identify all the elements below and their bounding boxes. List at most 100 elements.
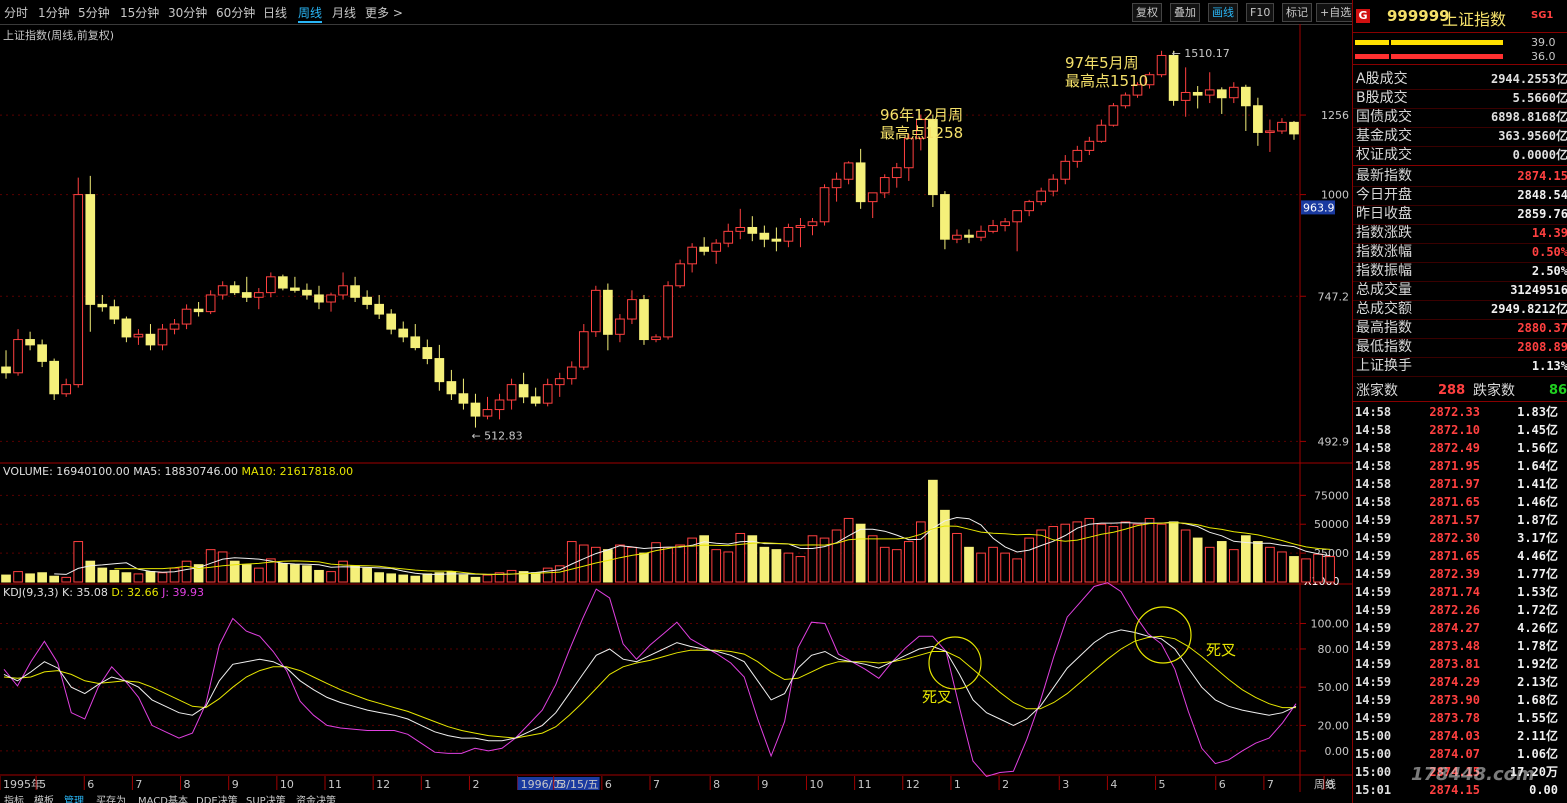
volume-bar-44 (530, 572, 541, 583)
tick-row: 14:59 2873.90 1.68亿 (1353, 691, 1567, 709)
tick-price: 2874.29 (1429, 675, 1480, 689)
candle-body-14 (169, 323, 180, 330)
volume-bar-74 (891, 549, 902, 583)
period-tab-0[interactable]: 分时 (4, 4, 28, 21)
volume-bar-93 (1120, 521, 1131, 583)
period-tab-6[interactable]: 日线 (263, 4, 287, 21)
candle-body-99 (1192, 91, 1203, 96)
period-tab-9[interactable]: 更多 > (365, 4, 403, 21)
candle-body-85 (1024, 201, 1035, 212)
volume-bar-86 (1036, 529, 1047, 583)
toolbar-button-2[interactable]: 画线 (1208, 3, 1238, 22)
candle-body-104 (1253, 105, 1263, 133)
bottom-tab-0[interactable]: 指标 (4, 792, 24, 803)
tick-time: 14:59 (1355, 711, 1392, 725)
toolbar-button-1[interactable]: 叠加 (1170, 3, 1200, 22)
candle-body-0 (1, 366, 11, 374)
period-tab-3[interactable]: 15分钟 (120, 4, 159, 21)
volume-bar-21 (253, 567, 264, 583)
candle-body-58 (699, 246, 709, 252)
watermark: 178448.com (1411, 764, 1535, 785)
volume-bar-42 (506, 569, 517, 583)
stat-row-2: 国债成交 6898.8168亿 (1353, 108, 1567, 128)
tick-row: 14:59 2873.81 1.92亿 (1353, 655, 1567, 673)
volume-bar-109 (1313, 553, 1323, 583)
tick-price: 2872.49 (1429, 441, 1480, 455)
toolbar-button-4[interactable]: 标记 (1282, 3, 1312, 22)
bottom-tab-7[interactable]: 资金决策 (296, 792, 336, 803)
period-tab-1[interactable]: 1分钟 (38, 4, 70, 21)
kdj-panel-title: KDJ(9,3,3) K: 35.08 D: 32.66 J: 39.93 (3, 586, 204, 599)
candle-body-46 (554, 378, 565, 386)
ratio-bar-right-0 (1391, 40, 1503, 45)
volume-bar-37 (446, 571, 457, 583)
tick-row: 14:59 2873.48 1.78亿 (1353, 637, 1567, 655)
candle-body-63 (759, 232, 770, 240)
candle-body-37 (446, 381, 457, 395)
toolbar-button-5[interactable]: +自选 (1316, 3, 1356, 22)
candle-body-84 (1012, 210, 1022, 223)
candle-body-52 (627, 299, 637, 320)
price-tick-label-0: 492.9 (1318, 435, 1350, 448)
candle-body-93 (1120, 94, 1131, 107)
tick-volume: 1.72亿 (1517, 603, 1558, 617)
candle-body-47 (566, 366, 577, 380)
bottom-tab-2[interactable]: 管理 (64, 792, 84, 803)
period-tab-2[interactable]: 5分钟 (78, 4, 110, 21)
volume-bar-76 (916, 521, 926, 583)
bottom-tab-1[interactable]: 模板 (34, 792, 54, 803)
volume-bar-94 (1132, 523, 1143, 583)
tick-volume: 4.46亿 (1517, 549, 1558, 563)
price-tick-label-3: 1256 (1321, 109, 1349, 122)
period-tab-5[interactable]: 60分钟 (216, 4, 255, 21)
x-label-1: 5 (39, 778, 46, 791)
tick-time: 14:58 (1355, 495, 1392, 509)
tick-time: 14:58 (1355, 459, 1392, 473)
period-tab-7[interactable]: 周线 (298, 4, 323, 23)
tick-row: 14:59 2871.57 1.87亿 (1353, 511, 1567, 529)
tick-time: 15:00 (1355, 765, 1392, 779)
x-label-19: 12 (906, 778, 920, 791)
toolbar-button-0[interactable]: 复权 (1132, 3, 1162, 22)
kline-chart[interactable]: 492.9747.210001256963.9← 1510.17← 512.83… (0, 24, 1352, 792)
candle-body-81 (976, 230, 986, 238)
volume-bar-91 (1096, 523, 1107, 583)
candle-body-87 (1048, 178, 1059, 192)
bottom-tab-5[interactable]: DDE决策 (196, 792, 238, 803)
candle-body-88 (1060, 160, 1071, 180)
candle-body-57 (687, 246, 697, 265)
volume-bar-101 (1216, 541, 1227, 583)
volume-bar-10 (121, 572, 132, 583)
stat-row-14: 最低指数 2808.89 (1353, 338, 1567, 358)
candle-body-79 (952, 234, 962, 240)
candle-body-20 (241, 292, 252, 298)
bottom-tab-3[interactable]: 买存为 (96, 792, 126, 803)
bottom-tabs: 指标 模板 管理 买存为 MACD基本 DDE决策 SUP决策 资金决策 (0, 792, 1352, 803)
volume-bar-55 (663, 546, 673, 583)
tick-time: 14:59 (1355, 513, 1392, 527)
candle-body-3 (37, 344, 47, 362)
advance-decline-row: 涨家数 288 跌家数 86 (1353, 381, 1567, 402)
candle-body-9 (109, 306, 120, 320)
toolbar-button-3[interactable]: F10 (1246, 3, 1275, 22)
candle-body-103 (1241, 86, 1251, 107)
x-label-10: 2 (472, 778, 479, 791)
candle-body-69 (831, 178, 842, 189)
tick-price: 2873.78 (1429, 711, 1480, 725)
stat-row-13: 最高指数 2880.37 (1353, 319, 1567, 339)
candle-body-5 (61, 384, 72, 395)
stat-value: 2808.89 (1517, 340, 1567, 354)
bottom-tab-6[interactable]: SUP决策 (246, 792, 286, 803)
volume-bar-107 (1289, 556, 1299, 583)
tick-volume: 1.53亿 (1517, 585, 1558, 599)
candle-body-27 (326, 294, 336, 303)
candle-body-13 (157, 328, 168, 346)
dead-cross-label-2: 死叉 (1206, 641, 1237, 659)
max-price-label: ← 1510.17 (1172, 47, 1230, 60)
tick-time: 14:59 (1355, 603, 1392, 617)
bottom-tab-4[interactable]: MACD基本 (138, 792, 188, 803)
period-tab-4[interactable]: 30分钟 (168, 4, 207, 21)
min-price-label: ← 512.83 (471, 430, 522, 443)
period-tab-8[interactable]: 月线 (332, 4, 356, 21)
volume-bar-88 (1060, 523, 1071, 583)
